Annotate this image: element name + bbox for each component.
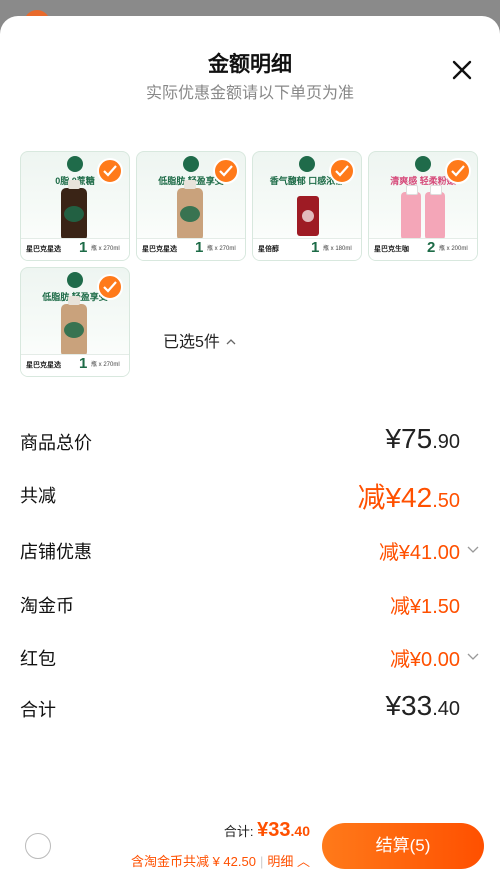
- starbucks-logo-icon: [67, 156, 83, 172]
- chevron-down-icon[interactable]: [466, 649, 480, 663]
- product-brand: 星巴克星选: [26, 246, 61, 253]
- store-discount-label: 店铺优惠: [20, 542, 92, 562]
- product-brand: 星巴克星选: [26, 362, 61, 369]
- product-qty: 2: [427, 239, 436, 256]
- product-qty: 1: [195, 239, 204, 256]
- product-thumb[interactable]: 低脂肪 轻盈享受 星巴克星选 1 瓶 x 270ml: [136, 151, 246, 261]
- red-packet-label: 红包: [20, 649, 56, 669]
- grand-total-label: 合计: [20, 700, 56, 720]
- chevron-up-icon: [226, 339, 236, 345]
- store-discount-row[interactable]: 店铺优惠 减¥41.00: [20, 532, 480, 568]
- product-thumb[interactable]: 香气馥郁 口感浓郁 星倍醇 1 瓶 x 180ml: [252, 151, 362, 261]
- starbucks-logo-icon: [415, 156, 431, 172]
- sheet-subtitle: 实际优惠金额请以下单页为准: [145, 85, 354, 102]
- product-bottle-image: [61, 180, 87, 240]
- footer-total: 合计: ¥33.40: [224, 819, 310, 842]
- product-thumb[interactable]: 0脂 0蔗糖 星巴克星选 1 瓶 x 270ml: [20, 151, 130, 261]
- detail-link[interactable]: 明细: [267, 854, 293, 869]
- starbucks-logo-icon: [67, 272, 83, 288]
- taojinbi-value: 减¥1.50: [389, 596, 460, 618]
- checkmark-icon[interactable]: [213, 158, 239, 184]
- footer-total-amount: ¥33.40: [257, 819, 310, 841]
- product-bottle-image: [61, 296, 87, 356]
- total-discount-label: 共减: [20, 486, 56, 506]
- product-spec: 瓶 x 270ml: [207, 246, 236, 252]
- product-bottle-image: [425, 185, 445, 240]
- product-spec: 瓶 x 200ml: [439, 246, 468, 252]
- checkmark-icon[interactable]: [445, 158, 471, 184]
- product-bottle-image: [401, 185, 421, 240]
- selected-count: 已选5件: [163, 334, 220, 351]
- grand-total-row: 合计 ¥33.40: [20, 688, 480, 728]
- grand-total-value: ¥33.40: [385, 690, 460, 721]
- product-thumb[interactable]: 低脂肪 轻盈享受 星巴克星选 1 瓶 x 270ml: [20, 267, 130, 377]
- footer-total-label: 合计:: [223, 824, 254, 839]
- amount-detail-sheet: 金额明细 实际优惠金额请以下单页为准 0脂 0蔗糖 星巴克星选 1 瓶 x 27…: [0, 16, 500, 881]
- store-discount-value: 减¥41.00: [378, 542, 460, 564]
- goods-total-label: 商品总价: [20, 433, 92, 453]
- total-discount-value: 减¥42.50: [357, 482, 460, 513]
- taojinbi-row: 淘金币 减¥1.50: [20, 586, 480, 622]
- close-icon[interactable]: [450, 58, 474, 82]
- product-brand: 星巴克生咖: [374, 246, 409, 253]
- footer-discount-line: 含淘金币共减 ¥ 42.50 | 明细 ︿: [130, 854, 310, 869]
- total-discount-row: 共减 减¥42.50: [20, 474, 480, 514]
- starbucks-logo-icon: [299, 156, 315, 172]
- chevron-down-icon[interactable]: [466, 542, 480, 556]
- checkmark-icon[interactable]: [97, 158, 123, 184]
- product-brand: 星倍醇: [258, 246, 279, 253]
- checkmark-icon[interactable]: [97, 274, 123, 300]
- footer-discount-text: 含淘金币共减 ¥ 42.50: [130, 854, 256, 869]
- product-qty: 1: [79, 355, 88, 372]
- selected-count-toggle[interactable]: 已选5件: [163, 328, 236, 352]
- chevron-up-icon[interactable]: ︿: [293, 854, 310, 869]
- goods-total-row: 商品总价 ¥75.90: [20, 421, 480, 461]
- red-packet-value: 减¥0.00: [389, 649, 460, 671]
- product-qty: 1: [79, 239, 88, 256]
- red-packet-row[interactable]: 红包 减¥0.00: [20, 639, 480, 675]
- product-spec: 瓶 x 180ml: [323, 246, 352, 252]
- goods-total-value: ¥75.90: [385, 423, 460, 454]
- product-spec: 瓶 x 270ml: [91, 246, 120, 252]
- select-all-radio[interactable]: [25, 833, 51, 859]
- product-qty: 1: [311, 239, 320, 256]
- taojinbi-label: 淘金币: [20, 596, 74, 616]
- product-brand: 星巴克星选: [142, 246, 177, 253]
- product-thumb[interactable]: 清爽感 轻柔粉嫩 星巴克生咖 2 瓶 x 200ml: [368, 151, 478, 261]
- checkout-button[interactable]: 结算(5): [322, 823, 484, 869]
- starbucks-logo-icon: [183, 156, 199, 172]
- checkmark-icon[interactable]: [329, 158, 355, 184]
- product-bottle-image: [177, 180, 203, 240]
- checkout-bar: 合计: ¥33.40 含淘金币共减 ¥ 42.50 | 明细 ︿ 结算(5): [0, 811, 500, 881]
- sheet-title: 金额明细: [208, 53, 292, 76]
- product-can-image: [297, 196, 319, 236]
- product-spec: 瓶 x 270ml: [91, 362, 120, 368]
